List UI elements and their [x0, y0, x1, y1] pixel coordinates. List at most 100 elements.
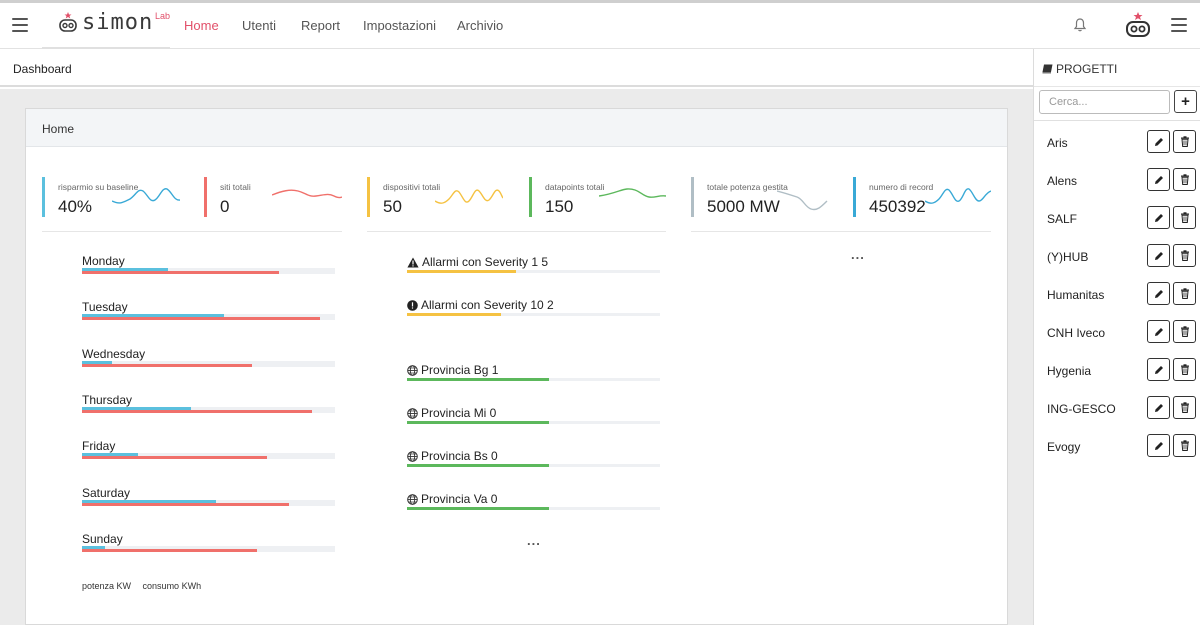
edit-project-button[interactable]: [1147, 358, 1170, 381]
nav-archivio[interactable]: Archivio: [457, 18, 503, 33]
sparkline: [112, 188, 180, 204]
alarm-severity-1[interactable]: Allarmi con Severity 1 5: [407, 255, 660, 285]
sparkline: [599, 188, 666, 198]
kpi-group: risparmio su baseline 40% siti totali 0: [42, 177, 342, 232]
menu-icon[interactable]: [1171, 18, 1187, 32]
day-row: Thursday: [82, 393, 335, 433]
sidebar-header: PROGETTI: [1034, 49, 1200, 87]
trash-icon: [1180, 136, 1189, 147]
projects-sidebar: PROGETTI + Aris Alens SALF (Y)HUB Humanitas C…: [1033, 49, 1200, 625]
kpi-label: numero di record: [869, 182, 934, 192]
sidebar-title-text: PROGETTI: [1056, 62, 1118, 76]
province-text: Provincia Bs 0: [421, 449, 498, 463]
day-label: Wednesday: [82, 346, 146, 361]
kpi-color-bar: [853, 177, 856, 217]
alarm-fill: [407, 270, 516, 273]
pencil-icon: [1154, 251, 1163, 260]
delete-project-button[interactable]: [1173, 168, 1196, 191]
chart-legend: potenza KW consumo KWh: [82, 581, 210, 591]
menu-icon[interactable]: [12, 18, 28, 32]
pencil-icon: [1154, 327, 1163, 336]
project-name: Humanitas: [1047, 288, 1105, 302]
project-name: Evogy: [1047, 440, 1081, 454]
day-row: Wednesday: [82, 347, 335, 387]
sparkline: [435, 189, 503, 204]
user-avatar-icon[interactable]: [1124, 11, 1152, 39]
edit-project-button[interactable]: [1147, 244, 1170, 267]
delete-project-button[interactable]: [1173, 244, 1196, 267]
project-name: Aris: [1047, 136, 1068, 150]
nav-impostazioni[interactable]: Impostazioni: [363, 18, 436, 33]
pencil-icon: [1154, 289, 1163, 298]
alarm-text: Allarmi con Severity 1 5: [422, 255, 549, 269]
kpi-power: totale potenza gestita 5000 MW: [691, 177, 841, 217]
search-input[interactable]: [1039, 90, 1170, 114]
project-item[interactable]: Evogy: [1034, 431, 1200, 461]
day-label: Saturday: [82, 485, 131, 500]
edit-project-button[interactable]: [1147, 130, 1170, 153]
trash-icon: [1180, 364, 1189, 375]
project-item[interactable]: Humanitas: [1034, 279, 1200, 309]
top-navbar: simon Lab Home Utenti Report Impostazion…: [0, 3, 1200, 49]
trash-icon: [1180, 288, 1189, 299]
delete-project-button[interactable]: [1173, 282, 1196, 305]
project-item[interactable]: Alens: [1034, 165, 1200, 195]
card-header: Home: [26, 109, 1007, 147]
delete-project-button[interactable]: [1173, 130, 1196, 153]
nav-utenti[interactable]: Utenti: [242, 18, 276, 33]
more-icon[interactable]: ...: [851, 247, 865, 262]
edit-project-button[interactable]: [1147, 168, 1170, 191]
province-text: Provincia Mi 0: [421, 406, 497, 420]
logo[interactable]: simon Lab: [42, 3, 170, 49]
divider: [1034, 120, 1200, 121]
province-fill: [407, 378, 549, 381]
project-name: CNH Iveco: [1047, 326, 1106, 340]
bar-consumo: [82, 409, 313, 413]
trash-icon: [1180, 174, 1189, 185]
province-row[interactable]: Provincia Bg 1: [407, 363, 660, 393]
add-project-button[interactable]: +: [1174, 90, 1197, 113]
project-item[interactable]: Aris: [1034, 127, 1200, 157]
pencil-icon: [1154, 213, 1163, 222]
kpi-color-bar: [204, 177, 207, 217]
page-title: Dashboard: [13, 62, 72, 76]
delete-project-button[interactable]: [1173, 396, 1196, 419]
delete-project-button[interactable]: [1173, 358, 1196, 381]
globe-icon: [407, 364, 418, 376]
day-label: Friday: [82, 439, 116, 454]
robot-logo-icon: [59, 12, 77, 32]
edit-project-button[interactable]: [1147, 206, 1170, 229]
delete-project-button[interactable]: [1173, 206, 1196, 229]
project-name: (Y)HUB: [1047, 250, 1089, 264]
project-item[interactable]: Hygenia: [1034, 355, 1200, 385]
delete-project-button[interactable]: [1173, 320, 1196, 343]
sparkline: [272, 189, 342, 199]
delete-project-button[interactable]: [1173, 434, 1196, 457]
project-item[interactable]: ING-GESCO: [1034, 393, 1200, 423]
nav-report[interactable]: Report: [301, 18, 340, 33]
bell-icon[interactable]: [1073, 17, 1087, 33]
nav-home[interactable]: Home: [184, 18, 219, 33]
bar-consumo: [82, 548, 257, 552]
pencil-icon: [1154, 175, 1163, 184]
bar-consumo: [82, 502, 290, 506]
kpi-color-bar: [529, 177, 532, 217]
province-row[interactable]: Provincia Bs 0: [407, 449, 660, 479]
card-title: Home: [42, 122, 75, 136]
edit-project-button[interactable]: [1147, 434, 1170, 457]
kpi-label: dispositivi totali: [383, 182, 441, 192]
edit-project-button[interactable]: [1147, 396, 1170, 419]
alarm-severity-10[interactable]: Allarmi con Severity 10 2: [407, 298, 660, 328]
province-row[interactable]: Provincia Mi 0: [407, 406, 660, 436]
edit-project-button[interactable]: [1147, 282, 1170, 305]
province-row[interactable]: Provincia Va 0: [407, 492, 660, 522]
trash-icon: [1180, 326, 1189, 337]
edit-project-button[interactable]: [1147, 320, 1170, 343]
warning-icon: [407, 257, 419, 267]
project-item[interactable]: CNH Iveco: [1034, 317, 1200, 347]
more-icon[interactable]: ...: [527, 533, 541, 548]
day-row: Monday: [82, 254, 335, 294]
project-item[interactable]: (Y)HUB: [1034, 241, 1200, 271]
project-item[interactable]: SALF: [1034, 203, 1200, 233]
alarm-label: Allarmi con Severity 1 5: [407, 255, 548, 269]
